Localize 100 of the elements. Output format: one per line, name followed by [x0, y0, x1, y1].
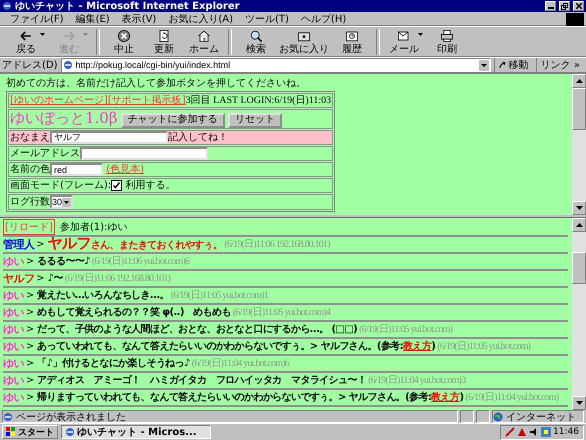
taskbar-task[interactable]: ゆいチャット - Micros... [61, 425, 211, 439]
field-label: 画面モード(フレーム): [10, 180, 112, 192]
scroll-up-button[interactable] [572, 218, 586, 232]
window-title: ゆいチャット - Microsoft Internet Explorer [15, 0, 241, 13]
printer-icon [439, 28, 455, 44]
scroll-thumb[interactable] [572, 88, 586, 130]
separator: > [26, 289, 34, 303]
toolbar-button[interactable]: 印刷 [427, 28, 467, 56]
display-icon[interactable] [541, 427, 552, 437]
message-meta: (6/19(日)11:04 yui.bot.com) [465, 391, 558, 405]
status-panel [476, 410, 490, 423]
toolbar-button[interactable]: 更新 [144, 28, 184, 56]
separator: > [26, 374, 34, 388]
separator: > [26, 323, 34, 337]
close-button[interactable] [573, 1, 584, 11]
join-button[interactable]: チャットに参加する [120, 112, 225, 128]
message-meta: (6/19(日)11:05 yui.bot.com)1 [170, 289, 268, 303]
message-meta: (6/19(日)11:06 yui.bot.com)6 [92, 255, 190, 269]
message-meta: (6/19(日)11:06 192.168.80.101) [224, 238, 330, 252]
menu-item[interactable]: ファイル(F) [10, 12, 64, 26]
menu-item[interactable]: ヘルプ(H) [300, 12, 346, 26]
toolbar-button[interactable]: メール [384, 28, 424, 56]
down-arrow-icon [576, 401, 582, 405]
speaker-name: ゆい [3, 356, 24, 371]
checkbox[interactable] [111, 180, 122, 192]
logo-text: ゆいぼっと1.0β [10, 109, 118, 127]
close-icon [576, 3, 582, 9]
hint-text: 記入してね！ [168, 132, 228, 143]
curved-arrow-icon [498, 61, 507, 69]
toolbar-button[interactable]: 検索 [236, 28, 276, 56]
separator: > [36, 238, 45, 252]
separator: > [26, 306, 34, 320]
toolbar-button[interactable]: お気に入り [276, 28, 332, 56]
status-text: ページが表示されました [16, 410, 126, 424]
scroll-down-button[interactable] [572, 201, 586, 215]
down-arrow-icon [576, 206, 582, 210]
stop-icon [116, 28, 132, 44]
message-text: ヤルフさん、またきておくれやすぅ。 [48, 236, 222, 253]
start-button[interactable]: スタート [2, 425, 58, 439]
zone-text: インターネット [506, 410, 576, 424]
dropdown-caret-icon[interactable] [40, 33, 45, 36]
menu-item[interactable]: 表示(V) [122, 12, 156, 26]
globe-icon [493, 412, 503, 422]
message-meta: (6/19(日)11:05 yui.bot.com) [359, 323, 452, 337]
toolbar-button[interactable]: 戻る [6, 28, 46, 56]
separator: > [26, 357, 34, 371]
log-lines-select[interactable]: 30 [50, 195, 74, 210]
intro-text: 初めての方は、名前だけ記入して参加ボタンを押してくださいね。 [6, 77, 307, 90]
message-meta: (6/19(日)11:05 yui.bot.com) [437, 340, 530, 354]
message-text: 帰りますっていわれても、なんて答えたらいいのかわからないですぅ。> ヤルフさん。(参考:教え方) [37, 390, 464, 405]
speaker-name: ゆい [3, 288, 24, 303]
restore-button[interactable] [559, 1, 570, 11]
dropdown-caret-icon [62, 198, 72, 207]
separator: > [26, 340, 34, 354]
reset-button[interactable]: リセット [228, 112, 282, 128]
browser-logo-icon [62, 60, 73, 70]
field-label: ログ行数 [10, 197, 50, 208]
participants-text: 参加者(1):ゆい [60, 220, 128, 234]
menu-item[interactable]: ツール(T) [245, 12, 289, 26]
message-text: あっていわれても、なんて答えたらいいのかわからないですぅ。> ヤルフさん。(参考:教え方) [37, 339, 436, 354]
up-arrow-icon [576, 79, 582, 83]
scroll-up-button[interactable] [572, 74, 586, 88]
field-label: メールアドレス [10, 148, 80, 160]
scrollbar[interactable] [572, 74, 586, 215]
separator: > [36, 272, 45, 286]
speaker-name: ゆい [3, 339, 24, 354]
scroll-thumb[interactable] [572, 252, 586, 284]
dropdown-caret-icon[interactable] [418, 33, 423, 36]
speaker-name: ゆい [3, 322, 24, 337]
color-input[interactable]: red [50, 163, 103, 176]
menu-item[interactable]: 編集(E) [76, 12, 110, 26]
toolbar-button[interactable]: 履歴 [332, 28, 372, 56]
message-text: 「♪」付けるとなにか楽しそうねっ♪ [37, 356, 190, 371]
message-text: アディオス アミーゴ！ ハミガイタカ フロハイッタカ マタライシュ〜！ [37, 374, 366, 388]
message-meta: (6/19(日)11:06 192.168.80.101) [64, 272, 170, 286]
message-text: 覚えたい…いろんなちしき…。 [37, 288, 169, 303]
email-input[interactable] [80, 147, 208, 160]
browser-logo-icon [65, 427, 75, 437]
separator: > [26, 391, 34, 405]
toolbar-button[interactable]: 中止 [104, 28, 144, 56]
address-field[interactable]: http://pokug.local/cgi-bin/yui/index.html [60, 58, 491, 72]
scroll-down-button[interactable] [572, 396, 586, 410]
menu-item[interactable]: お気に入り(A) [168, 12, 233, 26]
status-panel [460, 410, 474, 423]
field-label: 名前の色 [10, 164, 50, 176]
restore-icon [561, 2, 568, 10]
browser-logo-icon [3, 412, 13, 422]
pen-icon[interactable] [505, 427, 516, 437]
scrollbar[interactable] [572, 218, 586, 410]
name-input[interactable]: ヤルフ [50, 130, 168, 144]
login-info: 3回目 LAST LOGIN:6/19(日)11:03 [186, 95, 332, 106]
minimize-button[interactable] [545, 1, 556, 11]
message-meta: (6/19(日)11:04 yui.bot.com)3 [368, 374, 466, 388]
toolbar-button[interactable]: ホーム [184, 28, 224, 56]
field-label: おなまえ [10, 132, 50, 143]
message-meta: (6/19(日)11:04 yui.bot.com)6 [192, 357, 289, 371]
separator: > [26, 255, 34, 269]
message-meta: (6/19(日)11:05 yui.bot.com)4 [232, 306, 330, 320]
message-text: めもして覚えられるの？？笑 φ(..) めもめも [37, 306, 231, 320]
dropdown-caret-icon[interactable] [478, 60, 489, 70]
